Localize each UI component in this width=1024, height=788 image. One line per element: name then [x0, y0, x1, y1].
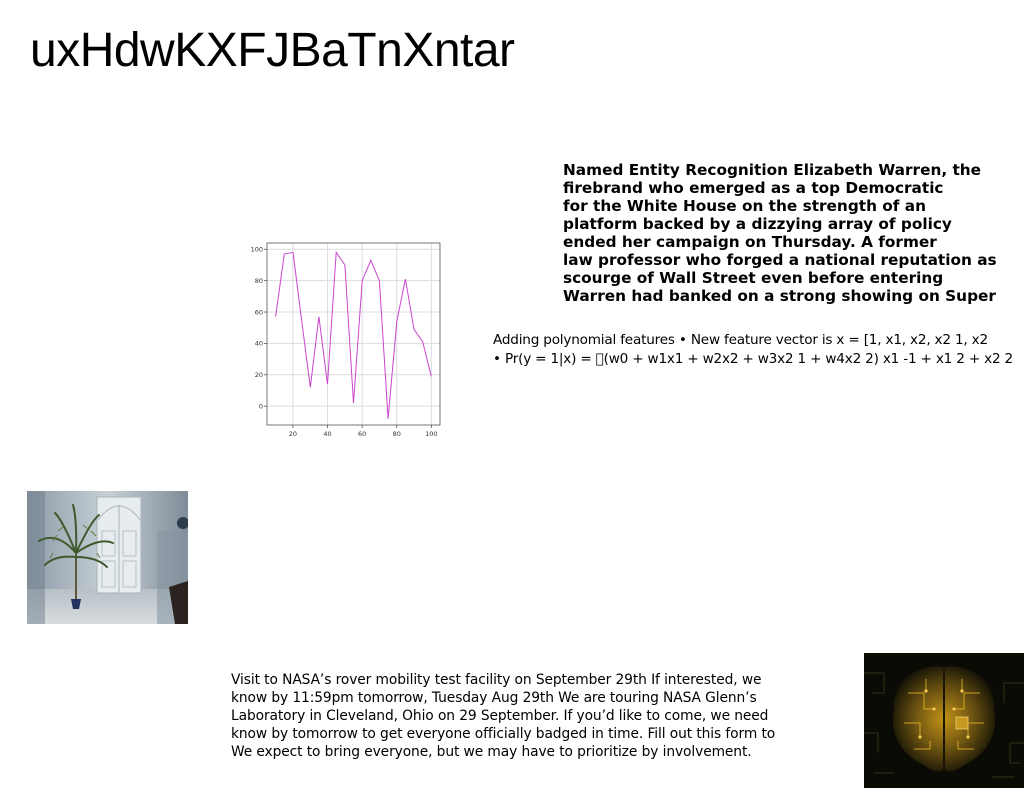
y-tick-label: 0 [259, 402, 263, 410]
y-tick-label: 60 [255, 308, 263, 316]
text-line: Visit to NASA’s rover mobility test faci… [231, 672, 762, 688]
plant-photo [27, 491, 188, 624]
page-title: uxHdwKXFJBaTnXntar [30, 24, 515, 77]
text-line: platform backed by a dizzying array of p… [563, 215, 952, 233]
text-line: We expect to bring everyone, but we may … [231, 744, 752, 760]
y-tick-label: 20 [255, 371, 263, 379]
potted-palm-image [27, 491, 188, 624]
text-line: know by 11:59pm tomorrow, Tuesday Aug 29… [231, 690, 757, 706]
text-line: Laboratory in Cleveland, Ohio on 29 Sept… [231, 708, 769, 724]
x-tick-label: 20 [289, 430, 297, 438]
series-line [275, 250, 432, 419]
x-tick-label: 40 [323, 430, 331, 438]
x-tick-label: 80 [393, 430, 401, 438]
line-chart: 20 40 60 80 100 0 20 40 60 80 100 [248, 236, 448, 442]
text-line: for the White House on the strength of a… [563, 197, 926, 215]
line-chart-svg: 20 40 60 80 100 0 20 40 60 80 100 [251, 242, 441, 438]
circuit-brain-image [864, 653, 1024, 788]
text-line: scourge of Wall Street even before enter… [563, 269, 944, 287]
y-tick-label: 100 [251, 246, 263, 254]
y-tick-label: 40 [255, 340, 263, 348]
text-line: Warren had banked on a strong showing on… [563, 287, 996, 305]
text-line: Named Entity Recognition Elizabeth Warre… [563, 161, 982, 179]
text-line: law professor who forged a national repu… [563, 251, 997, 269]
x-tick-label: 100 [425, 430, 437, 438]
y-tick-label: 80 [255, 277, 263, 285]
text-line: • Pr(y = 1|x) =  (w0 + w1x1 + w2x2 + w3x… [493, 350, 1013, 367]
x-tick-label: 60 [358, 430, 366, 438]
brain-photo [864, 653, 1024, 788]
text-line: firebrand who emerged as a top Democrati… [563, 179, 944, 197]
nasa-text-block: Visit to NASA’s rover mobility test faci… [231, 671, 831, 761]
ner-text-block: Named Entity Recognition Elizabeth Warre… [563, 161, 1024, 307]
text-line: know by tomorrow to get everyone officia… [231, 726, 776, 742]
polynomial-text-block: Adding polynomial features • New feature… [493, 331, 1024, 368]
text-line: ended her campaign on Thursday. A former [563, 233, 937, 251]
text-line: Adding polynomial features • New feature… [493, 332, 988, 348]
